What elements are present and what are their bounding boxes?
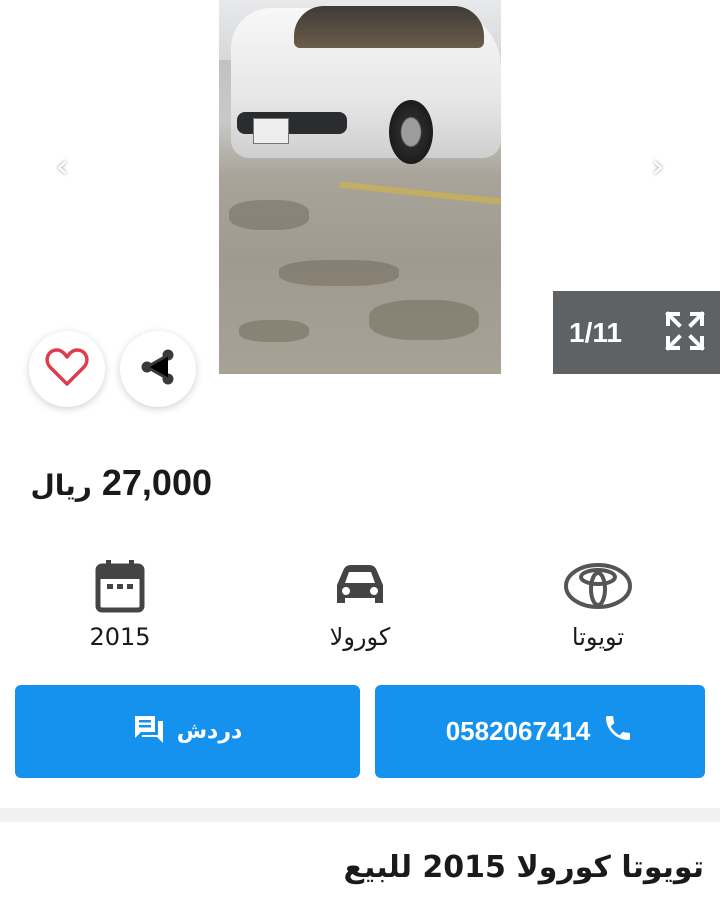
- share-button[interactable]: [120, 331, 196, 407]
- car-photo[interactable]: [219, 0, 501, 374]
- image-counter: 1/11: [553, 291, 720, 374]
- car-icon: [285, 555, 435, 617]
- heart-icon: [45, 347, 89, 391]
- spec-model: كورولا: [285, 555, 435, 651]
- price-currency: ريال: [30, 469, 92, 502]
- price-value: 27,000: [101, 462, 212, 503]
- chat-icon: [133, 714, 165, 750]
- spec-year-value: 2015: [89, 623, 151, 651]
- share-icon: [139, 348, 177, 390]
- chevron-right-icon[interactable]: ›: [640, 148, 676, 184]
- call-button[interactable]: 0582067414: [375, 685, 705, 778]
- price: 27,000 ريال: [30, 462, 212, 504]
- phone-icon: [602, 712, 634, 751]
- listing-title: تويوتا كورولا 2015 للبيع: [343, 850, 704, 885]
- spec-make-value: تويوتا: [571, 623, 625, 651]
- image-counter-text: 1/11: [569, 316, 622, 348]
- image-gallery[interactable]: ‹ › 1/11: [0, 0, 720, 407]
- fullscreen-icon[interactable]: [665, 311, 705, 351]
- call-button-label: 0582067414: [445, 716, 591, 746]
- chat-button-label: دردش: [176, 719, 243, 744]
- chevron-left-icon[interactable]: ‹: [44, 148, 80, 184]
- section-divider: [0, 808, 720, 822]
- toyota-logo-icon: [523, 555, 673, 617]
- chat-button[interactable]: دردش: [15, 685, 360, 778]
- calendar-icon: [45, 555, 195, 617]
- favorite-button[interactable]: [29, 331, 105, 407]
- spec-year: 2015: [45, 555, 195, 651]
- spec-make: تويوتا: [523, 555, 673, 651]
- spec-model-value: كورولا: [329, 623, 391, 651]
